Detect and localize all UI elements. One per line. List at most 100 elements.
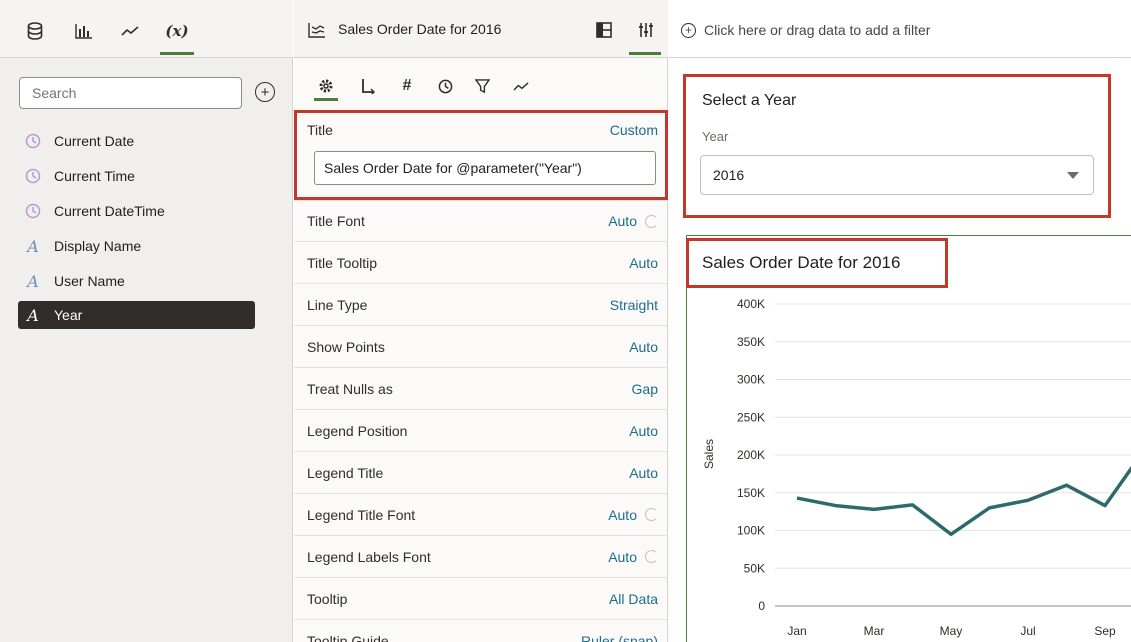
parameter-item-current-datetime[interactable]: Current DateTime — [18, 197, 255, 225]
chevron-down-icon — [1067, 172, 1079, 179]
y-tick-label: 150K — [737, 486, 765, 500]
parameter-item-year[interactable]: A Year — [18, 301, 255, 329]
y-tick-label: 50K — [744, 561, 765, 575]
data-point[interactable] — [1064, 482, 1070, 488]
title-input[interactable] — [314, 151, 656, 185]
parameter-label: Current Time — [54, 168, 135, 184]
property-value[interactable]: Straight — [610, 297, 658, 313]
property-label: Line Type — [307, 296, 368, 313]
property-value[interactable]: Auto — [629, 339, 658, 355]
data-point[interactable] — [1025, 497, 1031, 503]
property-value-text: Auto — [629, 422, 658, 439]
y-axis-label: Sales — [702, 439, 716, 469]
property-value[interactable]: Auto — [608, 549, 658, 565]
data-point[interactable] — [871, 506, 877, 512]
property-row: Title Font Auto — [294, 200, 668, 242]
property-value[interactable]: Auto — [629, 423, 658, 439]
property-row: Line Type Straight — [294, 284, 668, 326]
year-card-title: Select a Year — [702, 92, 797, 109]
property-value-text: Auto — [608, 548, 637, 565]
layout-icon[interactable] — [596, 19, 612, 41]
x-tick-label: Jan — [787, 624, 806, 638]
properties-header: Sales Order Date for 2016 — [294, 0, 668, 58]
year-selected-value: 2016 — [713, 167, 745, 183]
parameter-label: Display Name — [54, 238, 142, 254]
parameter-item-user-name[interactable]: A User Name — [18, 267, 255, 295]
properties-icon[interactable] — [638, 19, 654, 41]
property-label: Show Points — [307, 338, 385, 355]
data-point[interactable] — [987, 505, 993, 511]
property-value[interactable]: Auto — [629, 255, 658, 271]
property-value-text: Auto — [629, 464, 658, 481]
clock-icon — [24, 168, 42, 184]
year-label: Year — [702, 129, 729, 144]
filter-bar-text: Click here or drag data to add a filter — [704, 22, 931, 38]
database-icon[interactable] — [24, 20, 46, 42]
x-tick-label: May — [940, 624, 963, 638]
title-mode-value[interactable]: Custom — [610, 122, 658, 138]
property-value[interactable]: All Data — [609, 591, 658, 607]
parameter-item-display-name[interactable]: A Display Name — [18, 232, 255, 260]
data-panel: (x) + Current Date Current Time Current … — [0, 0, 293, 642]
reset-icon[interactable] — [645, 214, 658, 228]
filter-icon[interactable] — [472, 75, 492, 97]
reset-icon[interactable] — [645, 508, 658, 521]
search-input[interactable] — [19, 77, 242, 109]
property-value[interactable]: Ruler (snap) — [581, 633, 658, 642]
x-tick-label: Mar — [864, 624, 885, 638]
data-point[interactable] — [910, 502, 916, 508]
x-tick-label: Jul — [1020, 624, 1035, 638]
number-icon[interactable]: # — [397, 75, 417, 97]
reset-icon[interactable] — [645, 550, 658, 563]
property-label: Legend Labels Font — [307, 548, 431, 565]
parameter-icon[interactable]: (x) — [162, 20, 192, 42]
parameter-item-current-date[interactable]: Current Date — [18, 127, 255, 155]
property-row: Legend Labels Font Auto — [294, 536, 668, 578]
property-value[interactable]: Auto — [608, 213, 658, 229]
filter-bar[interactable]: + Click here or drag data to add a filte… — [669, 0, 1131, 58]
property-value-text: Auto — [608, 213, 637, 229]
clock-icon[interactable] — [435, 75, 455, 97]
properties-panel: Sales Order Date for 2016 # Title Custom — [294, 0, 668, 642]
line-chart-card: Sales Order Date for 2016 0 50K 100K 150K 20… — [686, 235, 1131, 642]
title-property: Title Custom — [294, 106, 668, 204]
property-label: Tooltip Guide — [307, 632, 389, 642]
text-param-icon: A — [27, 271, 39, 291]
y-tick-label: 350K — [737, 335, 765, 349]
add-circle-icon: + — [681, 22, 696, 38]
property-label: Legend Title Font — [307, 506, 416, 523]
y-tick-label: 200K — [737, 448, 765, 462]
title-label: Title — [307, 122, 333, 138]
data-point[interactable] — [948, 531, 954, 537]
property-value[interactable]: Auto — [629, 465, 658, 481]
parameter-label: Year — [54, 307, 83, 323]
visualization-title: Sales Order Date for 2016 — [338, 21, 502, 37]
property-value[interactable]: Auto — [608, 507, 658, 523]
analytics-icon[interactable] — [510, 75, 532, 97]
data-panel-toolbar: (x) — [0, 0, 293, 58]
axis-icon[interactable] — [358, 75, 378, 97]
parameter-label: Current DateTime — [54, 203, 165, 219]
y-tick-label: 0 — [758, 599, 765, 613]
data-point[interactable] — [794, 495, 800, 501]
add-filter-prompt[interactable]: + Click here or drag data to add a filte… — [681, 22, 930, 38]
settings-icon[interactable] — [314, 75, 338, 97]
active-tab-indicator — [160, 52, 194, 55]
add-parameter-button[interactable]: + — [255, 82, 275, 102]
property-value-text: Auto — [629, 254, 658, 271]
property-value-text: Ruler (snap) — [580, 632, 658, 642]
property-value-text: Straight — [609, 296, 658, 313]
year-dropdown[interactable]: 2016 — [700, 155, 1094, 195]
y-tick-label: 300K — [737, 373, 765, 387]
property-value[interactable]: Gap — [632, 381, 658, 397]
bar-chart-icon[interactable] — [73, 20, 95, 42]
y-tick-label: 400K — [737, 297, 765, 311]
property-value-text: All Data — [608, 590, 658, 607]
property-value-text: Auto — [629, 338, 658, 355]
data-point[interactable] — [1102, 503, 1108, 509]
trend-line-icon[interactable] — [119, 20, 141, 42]
data-point[interactable] — [833, 503, 839, 509]
active-tab-indicator — [314, 98, 338, 101]
text-param-icon: A — [27, 305, 39, 325]
parameter-item-current-time[interactable]: Current Time — [18, 162, 255, 190]
